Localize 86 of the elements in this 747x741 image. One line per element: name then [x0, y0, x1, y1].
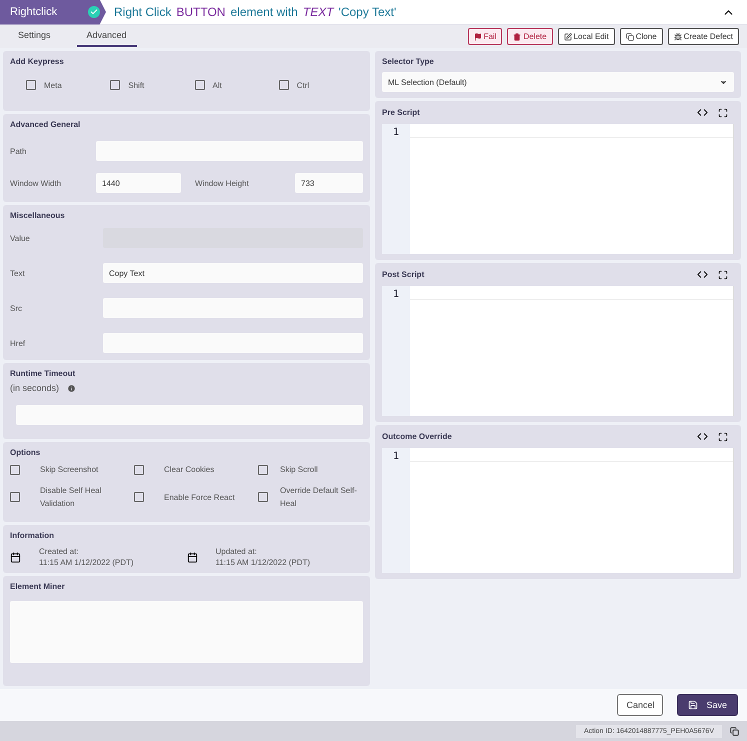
field-label: Text — [10, 268, 26, 278]
section-title: Miscellaneous — [10, 211, 66, 220]
checkbox[interactable] — [10, 492, 20, 502]
step-badge[interactable]: Rightclick — [0, 0, 106, 24]
code-editor[interactable]: 1 — [382, 124, 734, 254]
checkbox[interactable] — [10, 464, 20, 474]
checkbox-label: Shift — [128, 80, 144, 90]
cancel-button[interactable]: Cancel — [617, 694, 664, 716]
code-editor[interactable]: 1 — [382, 286, 734, 416]
bug-icon — [674, 32, 682, 40]
step-title: TEXT — [302, 5, 334, 19]
input-field[interactable]: 1440 — [96, 173, 181, 193]
copy-icon — [626, 32, 634, 40]
action-button[interactable]: Create Defect — [668, 28, 739, 45]
checkbox[interactable] — [194, 80, 204, 90]
section-title: Options — [10, 448, 42, 457]
checkbox-label: Ctrl — [296, 80, 310, 90]
line-number: 1 — [392, 451, 400, 464]
action-button[interactable]: Delete — [507, 28, 553, 45]
save-button[interactable]: Save — [677, 694, 738, 716]
selector-dropdown[interactable]: ML Selection (Default) — [382, 72, 734, 92]
action-button[interactable]: Clone — [620, 28, 663, 45]
fullscreen-icon[interactable] — [718, 270, 728, 280]
code-editor[interactable]: 1 — [382, 448, 734, 573]
field-hint: (in seconds) — [10, 383, 60, 393]
fullscreen-icon[interactable] — [718, 432, 728, 442]
step-title: 'Copy Text' — [338, 5, 396, 19]
checkbox-label: Enable Force React — [164, 492, 235, 504]
input-field[interactable] — [103, 333, 363, 353]
field-label: Window Height — [195, 178, 250, 188]
section-title: Selector Type — [382, 57, 435, 66]
tab[interactable]: Settings — [8, 26, 61, 47]
trash-icon — [513, 32, 522, 40]
flag-icon — [474, 32, 482, 40]
checkbox[interactable] — [278, 80, 289, 90]
section-title: Add Keypress — [10, 57, 65, 66]
code-icon[interactable] — [697, 269, 708, 280]
edit-icon — [564, 32, 572, 40]
field-label: Href — [10, 338, 26, 348]
section-title: Post Script — [382, 270, 424, 279]
checkbox-label: Skip Scroll — [280, 464, 318, 476]
path-field[interactable] — [96, 141, 363, 161]
timeout-field[interactable] — [16, 405, 363, 425]
info-icon[interactable] — [67, 384, 76, 392]
section-title: Information — [10, 531, 55, 540]
checkbox-label: Override Default Self-Heal — [280, 485, 358, 510]
input-field[interactable]: 733 — [295, 173, 363, 193]
step-name: Rightclick — [10, 6, 58, 18]
calendar-icon — [10, 552, 21, 562]
section-title: Outcome Override — [382, 432, 452, 441]
checkbox[interactable] — [110, 80, 120, 90]
step-title: BUTTON — [176, 5, 226, 19]
action-button[interactable]: Local Edit — [558, 28, 615, 45]
code-icon[interactable] — [697, 431, 708, 442]
checkbox-label: Alt — [212, 80, 222, 90]
save-icon — [688, 700, 698, 710]
code-icon[interactable] — [697, 107, 708, 118]
checkbox-label: Skip Screenshot — [40, 464, 98, 476]
checkbox[interactable] — [134, 492, 144, 502]
checkbox[interactable] — [258, 464, 268, 474]
checkbox-label: Disable Self Heal Validation — [40, 485, 102, 510]
field-label: Value — [10, 234, 31, 242]
action-button[interactable]: Fail — [468, 28, 502, 45]
checkbox[interactable] — [258, 492, 268, 502]
line-number: 1 — [392, 289, 400, 302]
fullscreen-icon[interactable] — [718, 108, 728, 118]
input-field[interactable]: Copy Text — [103, 263, 363, 283]
step-title: element with — [230, 5, 298, 19]
field-label: Window Width — [10, 178, 62, 188]
section-title: Advanced General — [10, 120, 82, 129]
calendar-icon — [186, 552, 198, 562]
section-title: Runtime Timeout — [10, 369, 76, 378]
copy-icon[interactable] — [730, 726, 739, 736]
checkbox-label: Meta — [44, 80, 62, 90]
field-label: Src — [10, 304, 23, 312]
section-title: Element Miner — [10, 582, 66, 591]
section-title: Pre Script — [382, 108, 420, 117]
field-label: Path — [10, 146, 28, 156]
checkbox[interactable] — [134, 464, 144, 474]
timestamp: Created at: 11:15 AM 1/12/2022 (PDT) — [39, 546, 134, 568]
line-number: 1 — [392, 127, 400, 140]
checkbox[interactable] — [26, 80, 36, 90]
checkbox-label: Clear Cookies — [164, 464, 214, 476]
step-title: Right Click — [114, 5, 172, 19]
input-field[interactable] — [103, 298, 363, 318]
timestamp: Updated at: 11:15 AM 1/12/2022 (PDT) — [216, 546, 310, 568]
